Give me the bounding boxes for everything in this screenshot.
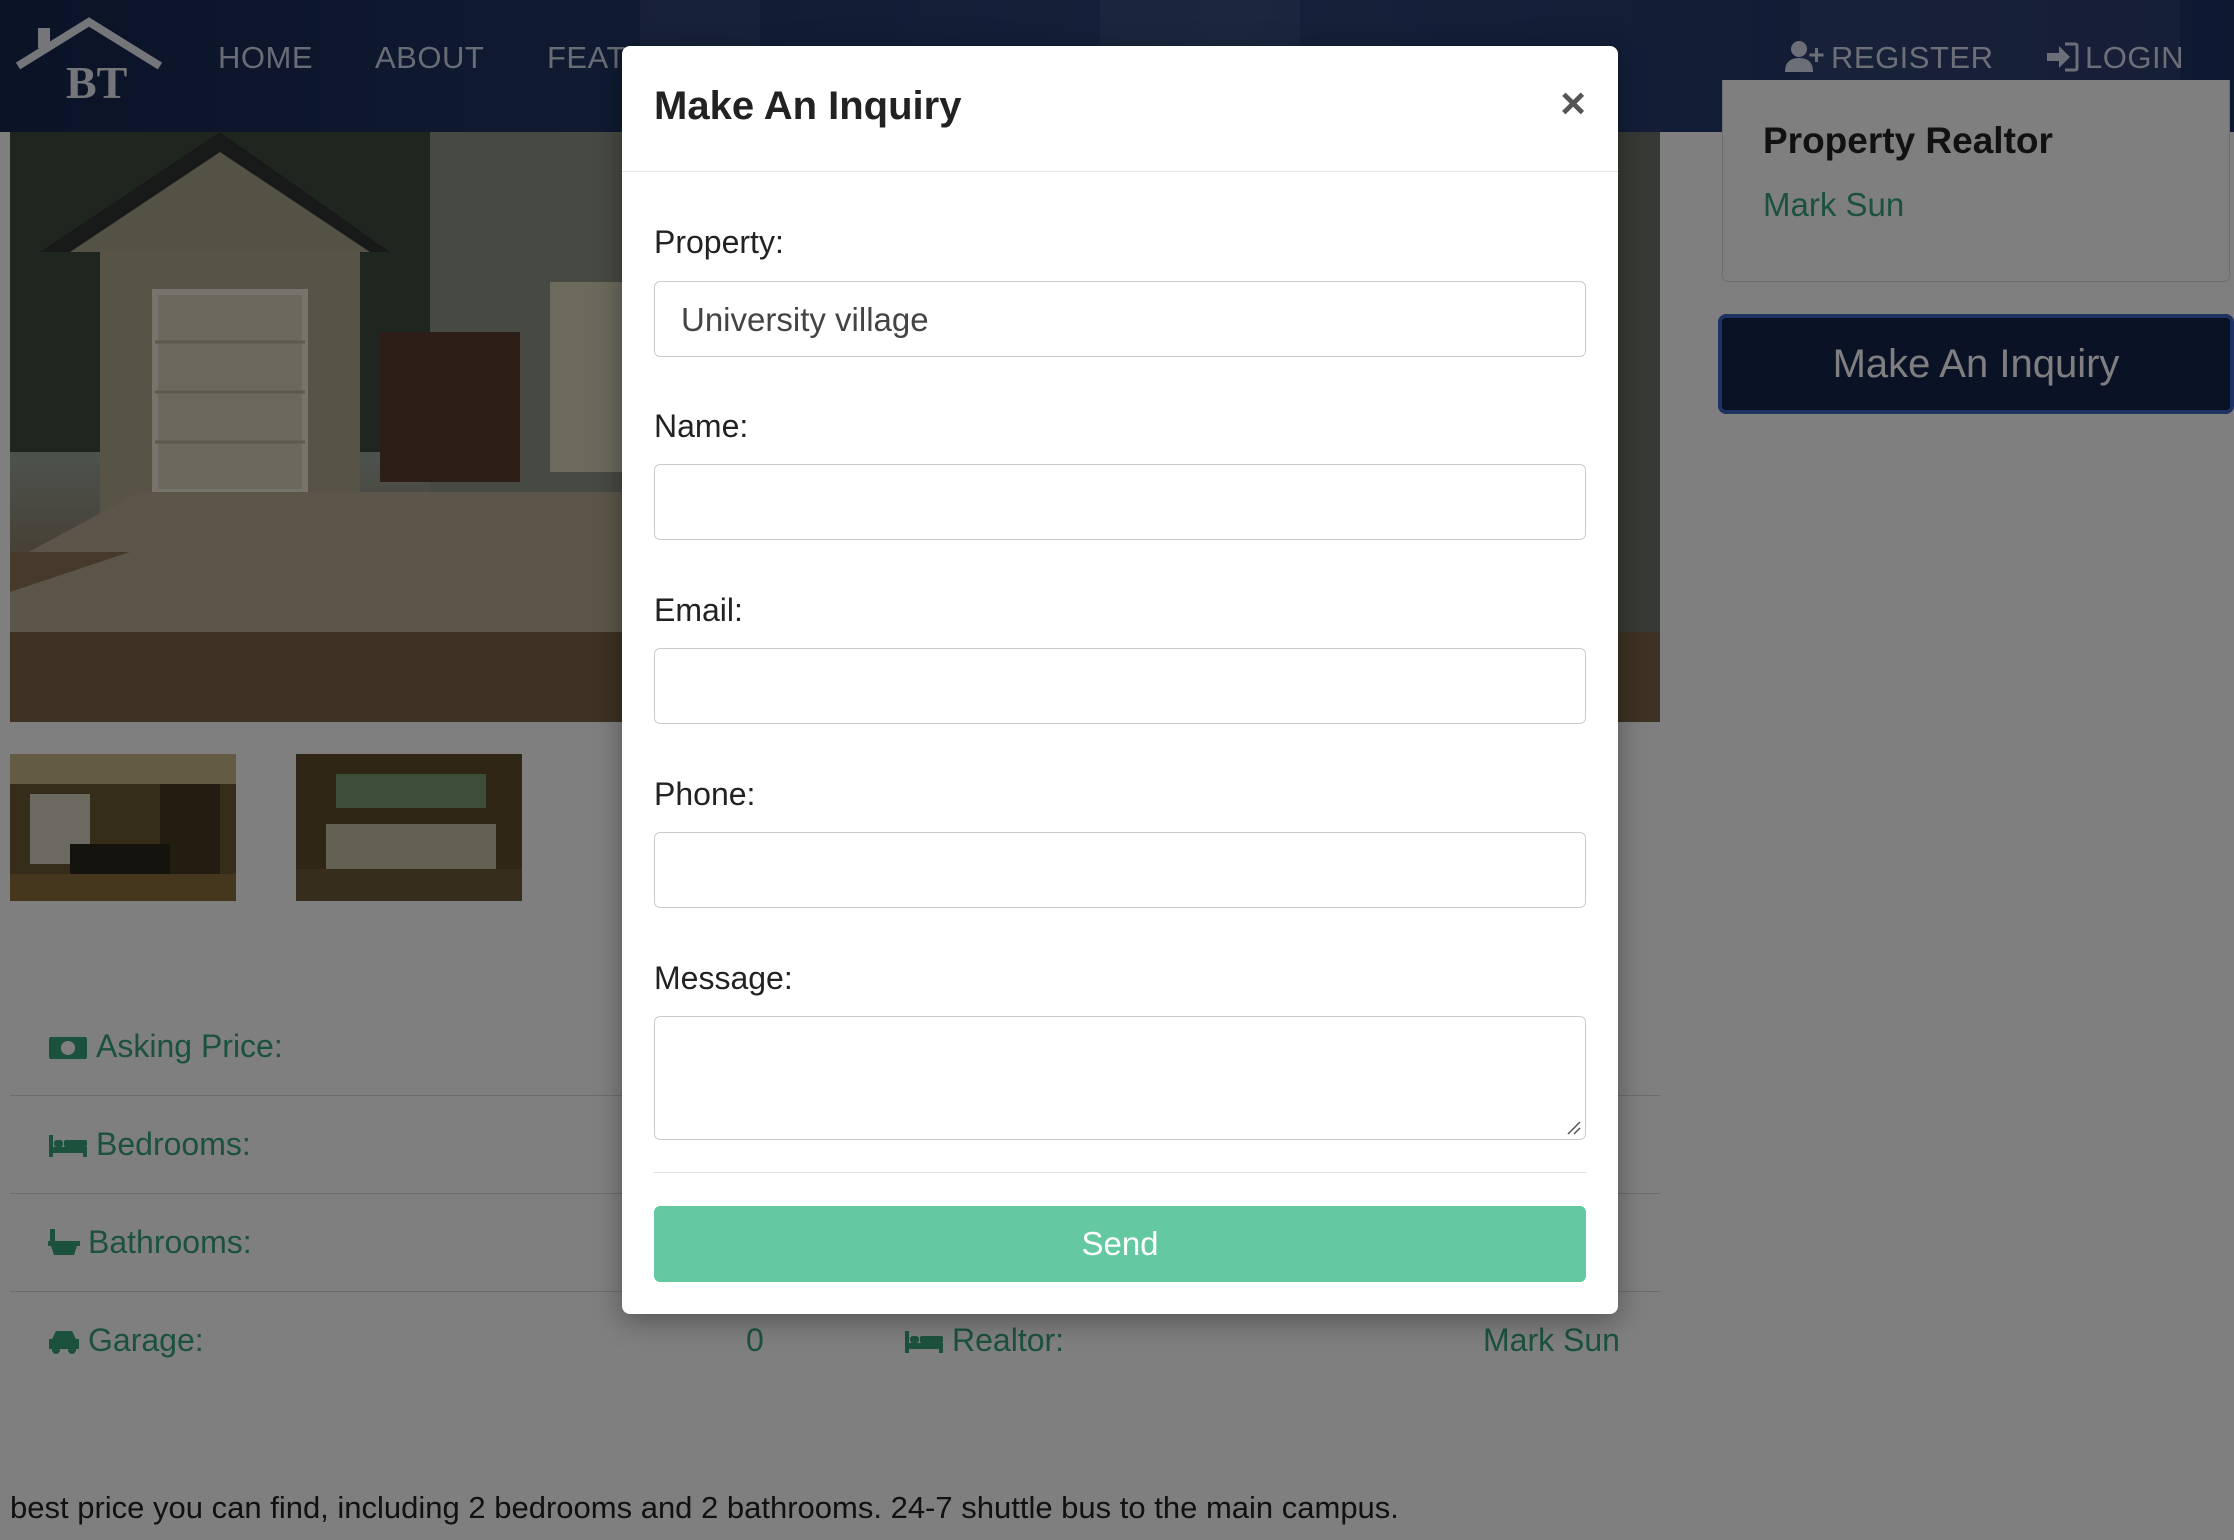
message-field[interactable] bbox=[654, 1016, 1586, 1140]
phone-label: Phone: bbox=[654, 776, 756, 812]
modal-header: Make An Inquiry × bbox=[622, 46, 1618, 172]
name-field[interactable] bbox=[654, 464, 1586, 540]
close-icon[interactable]: × bbox=[1560, 82, 1586, 126]
send-button[interactable]: Send bbox=[654, 1206, 1586, 1282]
property-label: Property: bbox=[654, 224, 784, 260]
modal-divider bbox=[654, 1172, 1586, 1173]
name-label: Name: bbox=[654, 408, 749, 444]
modal-title: Make An Inquiry bbox=[654, 84, 962, 128]
email-label: Email: bbox=[654, 592, 743, 628]
resize-grip-icon[interactable] bbox=[1565, 1119, 1581, 1135]
inquiry-modal: Make An Inquiry × Property: University v… bbox=[622, 46, 1618, 1314]
phone-field[interactable] bbox=[654, 832, 1586, 908]
property-field[interactable]: University village bbox=[654, 281, 1586, 357]
email-field[interactable] bbox=[654, 648, 1586, 724]
message-label: Message: bbox=[654, 960, 793, 996]
